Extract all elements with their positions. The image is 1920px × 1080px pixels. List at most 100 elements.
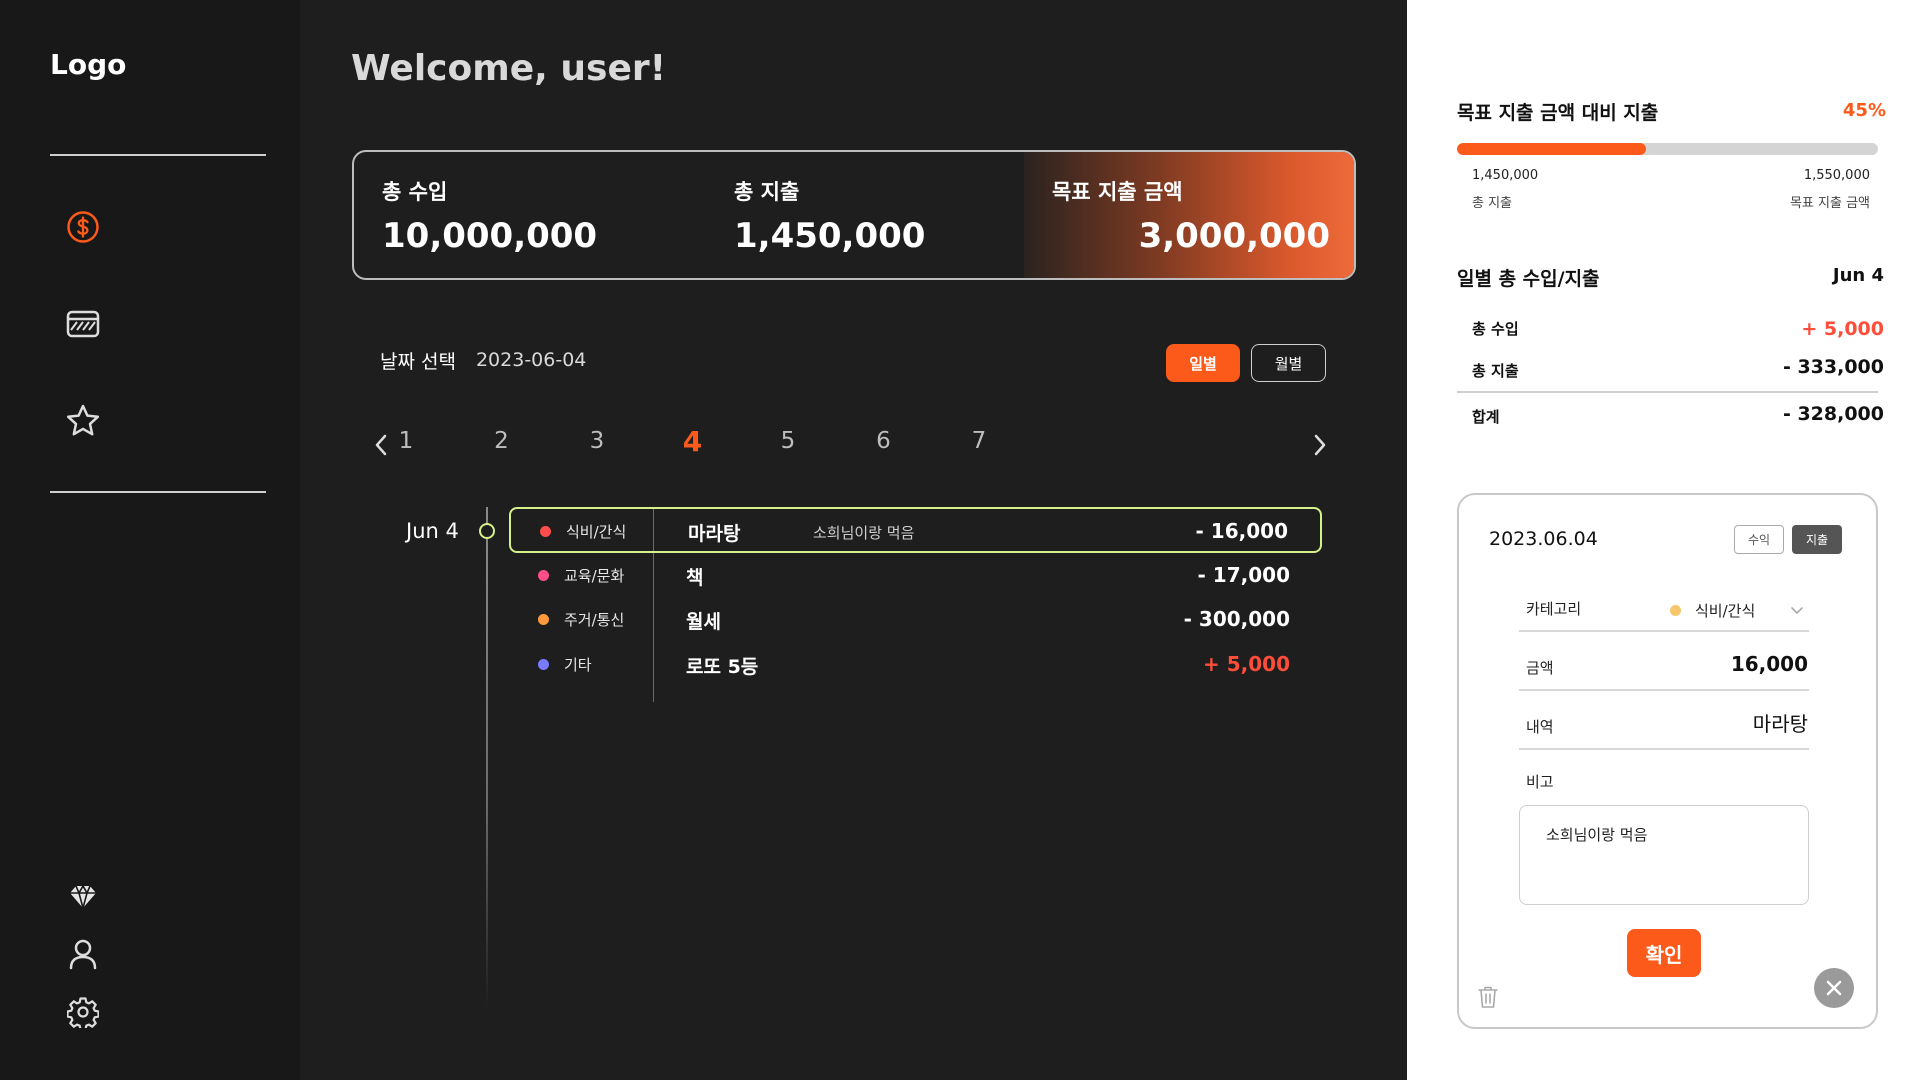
sidebar-item-premium[interactable] [64, 878, 102, 916]
dollar-icon [67, 211, 99, 243]
date-picker[interactable]: 날짜 선택 2023-06-04 [380, 345, 586, 375]
summary-expense-value: 1,450,000 [734, 216, 926, 256]
goal-progress-fill [1457, 143, 1647, 155]
daily-summary-title: 일별 총 수입/지출 [1457, 268, 1600, 290]
category-dot [538, 570, 549, 581]
sidebar-item-settings[interactable] [64, 993, 102, 1031]
delete-button[interactable] [1477, 985, 1501, 1011]
daily-total-value: - 328,000 [1782, 403, 1884, 425]
sidebar-item-favorites[interactable] [64, 402, 102, 440]
transaction-title: 마라탕 [688, 523, 741, 545]
transaction-row[interactable]: 주거/통신 월세 - 300,000 [509, 597, 1322, 643]
diamond-icon [70, 884, 96, 910]
day-1[interactable]: 1 [386, 428, 426, 454]
summary-expense-label: 총 지출 [734, 180, 800, 204]
day-3[interactable]: 3 [577, 428, 617, 454]
day-6[interactable]: 6 [864, 428, 904, 454]
goal-progress-spent-label: 총 지출 [1472, 196, 1513, 211]
credit-card-icon [66, 310, 100, 338]
sidebar-item-cards[interactable] [64, 305, 102, 343]
monthly-view-button[interactable]: 월별 [1251, 344, 1326, 382]
summary-goal-label: 목표 지출 금액 [1052, 180, 1183, 204]
category-label: 카테고리 [1526, 600, 1582, 618]
transaction-row[interactable]: 기타 로또 5등 + 5,000 [509, 642, 1322, 688]
daily-view-button[interactable]: 일별 [1166, 344, 1240, 382]
goal-progress-remaining-label: 목표 지출 금액 [1789, 196, 1870, 211]
daily-total-label: 합계 [1472, 408, 1500, 426]
transaction-title: 월세 [686, 611, 721, 633]
sidebar-item-profile[interactable] [64, 935, 102, 973]
daily-income-label: 총 수입 [1472, 320, 1519, 338]
amount-field-line [1519, 689, 1809, 691]
summary-income-value: 10,000,000 [382, 216, 598, 256]
logo[interactable]: Logo [50, 48, 126, 81]
goal-progress-title: 목표 지출 금액 대비 지출 [1457, 102, 1659, 124]
summary-card: 총 수입 10,000,000 총 지출 1,450,000 목표 지출 금액 … [352, 150, 1356, 280]
timeline-dot [479, 523, 495, 539]
type-expense-tab[interactable]: 지출 [1792, 525, 1842, 554]
transaction-category: 교육/문화 [564, 567, 625, 585]
detail-field-line [1519, 748, 1809, 750]
confirm-button[interactable]: 확인 [1627, 929, 1701, 977]
chevron-down-icon [1791, 607, 1803, 615]
summary-goal-value: 3,000,000 [1138, 216, 1330, 256]
goal-progress-spent-value: 1,450,000 [1472, 168, 1539, 183]
category-dot [538, 614, 549, 625]
goal-progress-bar [1457, 143, 1878, 155]
close-icon [1826, 980, 1842, 996]
transaction-memo: 소희님이랑 먹음 [813, 524, 915, 542]
date-picker-value[interactable]: 2023-06-04 [476, 349, 586, 371]
daily-expense-label: 총 지출 [1472, 362, 1519, 380]
goal-progress-remaining-value: 1,550,000 [1803, 168, 1870, 183]
daily-summary-divider [1457, 391, 1878, 393]
goal-progress-percent: 45% [1842, 100, 1886, 121]
sidebar: Logo [0, 0, 300, 1080]
chevron-right-icon [1314, 434, 1326, 456]
edit-card-date: 2023.06.04 [1489, 528, 1598, 550]
right-panel: 목표 지출 금액 대비 지출 45% 1,450,000 총 지출 1,550,… [1407, 0, 1920, 1080]
category-dot [540, 526, 551, 537]
timeline-line [486, 507, 488, 1007]
main-content: Welcome, user! 총 수입 10,000,000 총 지출 1,45… [300, 0, 1407, 1080]
category-dot [538, 659, 549, 670]
amount-input[interactable] [1608, 652, 1808, 676]
gear-icon [67, 997, 99, 1028]
transaction-title: 책 [686, 567, 704, 589]
transaction-row[interactable]: 식비/간식 마라탕 소희님이랑 먹음 - 16,000 [509, 507, 1322, 553]
category-field-line [1519, 630, 1809, 632]
category-select-value: 식비/간식 [1695, 601, 1756, 620]
user-icon [69, 939, 97, 970]
summary-goal[interactable]: 목표 지출 금액 3,000,000 [1024, 152, 1354, 278]
category-select[interactable]: 식비/간식 [1670, 598, 1810, 622]
page-title: Welcome, user! [351, 48, 667, 89]
transaction-amount: - 17,000 [1197, 563, 1290, 587]
transaction-category: 식비/간식 [566, 523, 627, 541]
transaction-amount: - 300,000 [1183, 607, 1290, 631]
transaction-amount: - 16,000 [1195, 519, 1288, 543]
transaction-category: 기타 [564, 656, 592, 674]
type-income-tab[interactable]: 수익 [1734, 525, 1784, 554]
day-2[interactable]: 2 [482, 428, 522, 454]
note-label: 비고 [1526, 773, 1554, 791]
transaction-amount: + 5,000 [1203, 652, 1290, 676]
daily-summary-date: Jun 4 [1832, 265, 1884, 286]
amount-label: 금액 [1526, 659, 1554, 677]
trash-icon [1478, 986, 1498, 1008]
category-color-dot [1670, 604, 1681, 616]
day-5[interactable]: 5 [768, 428, 808, 454]
day-7[interactable]: 7 [959, 428, 999, 454]
note-textarea[interactable]: 소희님이랑 먹음 [1519, 805, 1809, 905]
day-4[interactable]: 4 [673, 425, 713, 458]
transaction-row[interactable]: 교육/문화 책 - 17,000 [509, 553, 1322, 599]
timeline-date: Jun 4 [406, 519, 459, 543]
close-button[interactable] [1814, 968, 1854, 1008]
transaction-category: 주거/통신 [564, 611, 625, 629]
transaction-title: 로또 5등 [686, 656, 759, 678]
next-week-button[interactable] [1305, 430, 1335, 460]
star-icon [66, 404, 100, 436]
detail-input[interactable] [1608, 710, 1808, 734]
transaction-edit-card: 2023.06.04 수익 지출 카테고리 식비/간식 금액 내역 비고 소희님… [1457, 493, 1878, 1029]
sidebar-divider-bottom [50, 491, 266, 493]
sidebar-item-budget[interactable] [64, 208, 102, 246]
sidebar-divider-top [50, 154, 266, 156]
